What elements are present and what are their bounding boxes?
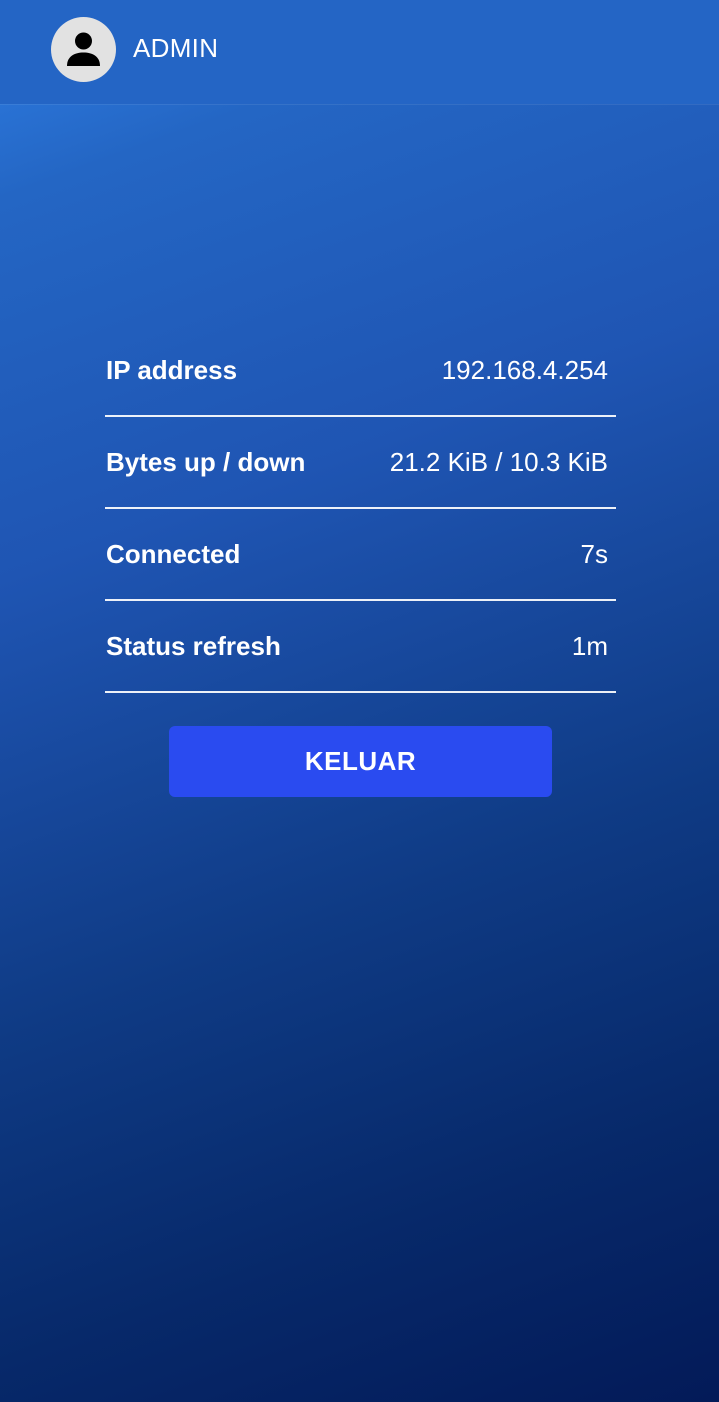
status-value: 192.168.4.254 [441, 355, 608, 385]
status-value: 1m [571, 631, 608, 661]
logout-button[interactable]: KELUAR [169, 726, 552, 797]
status-label: Bytes up / down [106, 447, 306, 477]
status-label: IP address [106, 355, 238, 385]
status-row-ip-address: IP address 192.168.4.254 [105, 325, 616, 417]
username-label: ADMIN [133, 33, 219, 63]
avatar[interactable] [51, 17, 116, 82]
user-icon [67, 32, 100, 66]
status-table: IP address 192.168.4.254 Bytes up / down… [105, 325, 616, 693]
status-row-connected: Connected 7s [105, 509, 616, 601]
status-label: Status refresh [106, 631, 281, 661]
status-row-refresh: Status refresh 1m [105, 601, 616, 693]
app-header: ADMIN [0, 0, 719, 104]
status-value: 21.2 KiB / 10.3 KiB [389, 447, 608, 477]
status-label: Connected [106, 539, 241, 569]
status-value: 7s [580, 539, 608, 569]
status-row-bytes: Bytes up / down 21.2 KiB / 10.3 KiB [105, 417, 616, 509]
